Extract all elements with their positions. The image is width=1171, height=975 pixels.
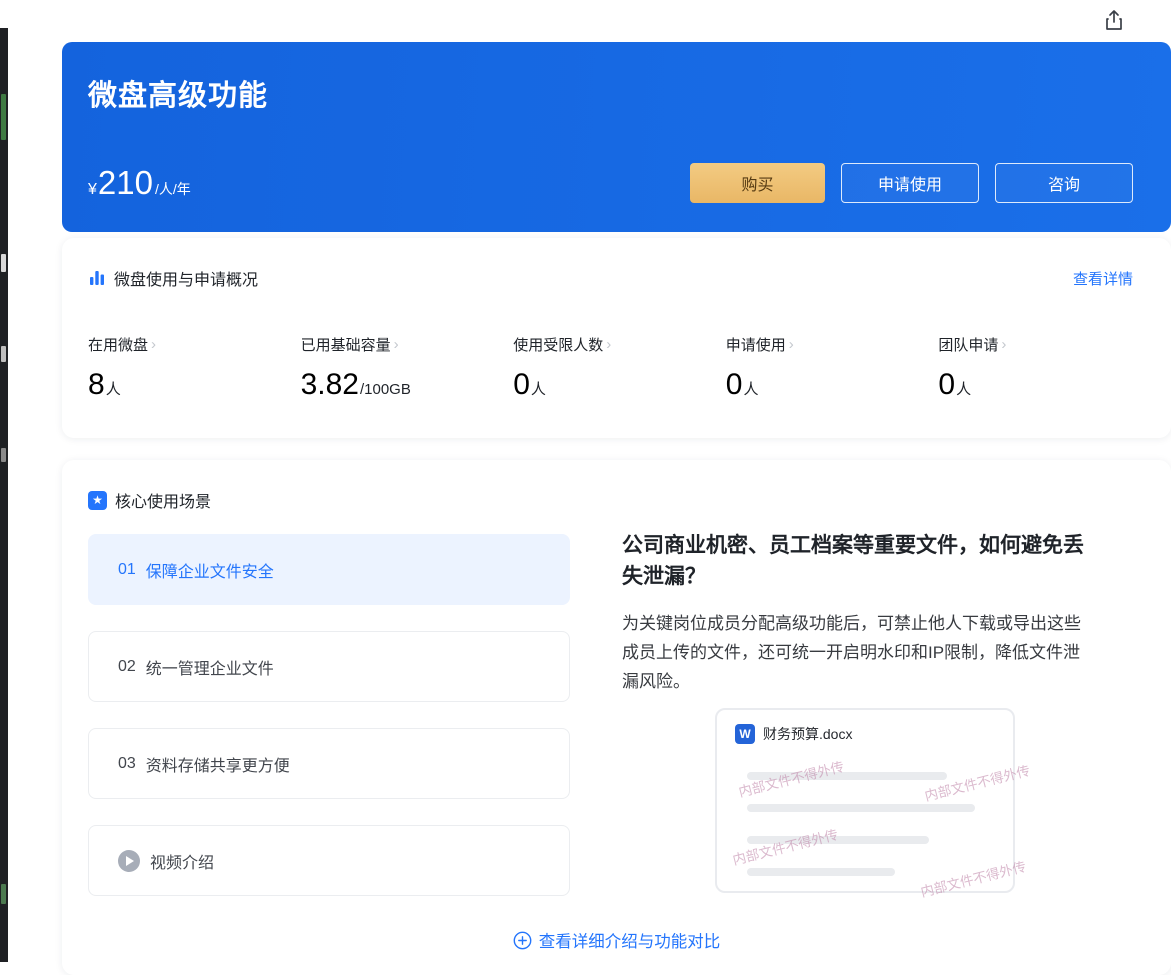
star-badge-icon: ★	[88, 490, 107, 510]
scenario-item-file-security[interactable]: 01 保障企业文件安全	[88, 534, 570, 605]
stat-unit: 人	[956, 381, 972, 398]
banner: 微盘高级功能 ¥ 210 /人/年 购买 申请使用 咨询	[62, 42, 1171, 232]
stat-label: 已用基础容量	[300, 337, 391, 354]
stat-value: 0	[725, 368, 743, 401]
scenario-detail: 公司商业机密、员工档案等重要文件，如何避免丢失泄漏？ 为关键岗位成员分配高级功能…	[622, 530, 1112, 900]
scenario-index: 03	[118, 754, 136, 772]
scenario-item-storage-sharing[interactable]: 03 资料存储共享更方便	[88, 728, 570, 799]
document-name: 财务预算.docx	[763, 726, 853, 742]
window-fragment	[1, 884, 6, 904]
view-details-link[interactable]: 查看详情	[1073, 268, 1133, 289]
scenario-index: 01	[118, 560, 136, 578]
scenario-label: 资料存储共享更方便	[145, 757, 290, 775]
document-preview-illustration: W 财务预算.docx 内部文件不得外传 内部文件不得外传 内部文件不得外传 内…	[715, 708, 1032, 900]
core-scenarios-card: ★ 核心使用场景 01 保障企业文件安全 02 统一管理企业文件 03 资料存储…	[62, 460, 1171, 975]
chevron-right-icon: ›	[151, 336, 157, 353]
share-icon	[1106, 9, 1122, 30]
scenario-list: 01 保障企业文件安全 02 统一管理企业文件 03 资料存储共享更方便 视频介…	[88, 534, 570, 922]
stat-used-capacity[interactable]: 已用基础容量 › 3.82/100GB	[301, 334, 514, 402]
word-file-icon: W	[735, 724, 755, 744]
stat-label: 团队申请	[938, 337, 999, 354]
wedrive-premium-page: 微盘高级功能 ¥ 210 /人/年 购买 申请使用 咨询 微盘使用与申请概况 查…	[0, 0, 1171, 975]
video-intro-label: 视频介绍	[150, 854, 215, 872]
price-unit: /人/年	[154, 181, 191, 197]
document-header: W 财务预算.docx	[717, 710, 1013, 744]
window-fragment	[1, 346, 6, 362]
scenario-index: 02	[118, 657, 136, 675]
window-fragment	[1, 94, 6, 140]
scenario-item-unified-management[interactable]: 02 统一管理企业文件	[88, 631, 570, 702]
scenarios-title: 核心使用场景	[115, 494, 212, 511]
apply-button[interactable]: 申请使用	[841, 163, 979, 203]
stat-label: 申请使用	[725, 337, 786, 354]
price-currency: ¥	[88, 181, 97, 198]
stats-row: 在用微盘 › 8人 已用基础容量 › 3.82/100GB 使用受限人数 › 0人 申…	[88, 334, 1151, 402]
stat-unit: 人	[105, 381, 121, 398]
bar-chart-icon	[88, 269, 106, 287]
document-card: W 财务预算.docx	[715, 708, 1015, 893]
video-intro-item[interactable]: 视频介绍	[88, 825, 570, 896]
stat-unit: 人	[743, 381, 759, 398]
stat-value: 3.82	[300, 368, 359, 401]
compare-link-label: 查看详细介绍与功能对比	[538, 933, 721, 951]
background-window-edge	[0, 28, 8, 962]
scenario-label: 保障企业文件安全	[145, 563, 274, 581]
scenario-heading: 公司商业机密、员工档案等重要文件，如何避免丢失泄漏？	[622, 534, 1084, 588]
stat-value: 8	[88, 368, 105, 401]
chevron-right-icon: ›	[788, 336, 794, 353]
compare-link[interactable]: 查看详细介绍与功能对比	[513, 928, 721, 952]
stat-value: 0	[513, 368, 530, 401]
stat-restricted-users[interactable]: 使用受限人数 › 0人	[513, 334, 726, 402]
play-icon	[118, 849, 140, 872]
document-text-line	[747, 804, 975, 812]
stat-team-apply[interactable]: 团队申请 › 0人	[938, 334, 1151, 402]
overview-title: 微盘使用与申请概况	[114, 272, 259, 289]
share-button[interactable]	[1099, 6, 1129, 36]
scenario-label: 统一管理企业文件	[145, 660, 274, 678]
scenarios-header: ★ 核心使用场景	[62, 460, 1171, 512]
scenario-body: 为关键岗位成员分配高级功能后，可禁止他人下载或导出这些成员上传的文件，还可统一开…	[622, 614, 1081, 691]
buy-button[interactable]: 购买	[690, 163, 825, 203]
stat-apply-usage[interactable]: 申请使用 › 0人	[726, 334, 939, 402]
page-title: 微盘高级功能	[88, 80, 269, 112]
window-fragment	[1, 448, 6, 462]
price-value: 210	[97, 164, 153, 201]
document-text-line	[747, 772, 947, 780]
stat-unit: 人	[530, 381, 546, 398]
banner-actions: 购买 申请使用 咨询	[690, 163, 1133, 203]
stat-active-drive[interactable]: 在用微盘 › 8人	[88, 334, 301, 402]
price: ¥ 210 /人/年	[88, 164, 191, 202]
chevron-right-icon: ›	[1001, 336, 1007, 353]
overview-header: 微盘使用与申请概况 查看详情	[62, 238, 1171, 290]
window-fragment	[1, 254, 6, 272]
chevron-right-icon: ›	[393, 336, 399, 353]
plus-circle-icon	[513, 931, 532, 949]
usage-overview-card: 微盘使用与申请概况 查看详情 在用微盘 › 8人 已用基础容量 › 3.82/100…	[62, 238, 1171, 438]
document-text-line	[747, 836, 929, 844]
stat-unit: /100GB	[359, 381, 411, 398]
compare-row: 查看详细介绍与功能对比	[62, 928, 1171, 952]
stat-label: 使用受限人数	[513, 337, 604, 354]
stat-value: 0	[938, 368, 956, 401]
document-text-line	[747, 868, 895, 876]
chevron-right-icon: ›	[606, 336, 612, 353]
consult-button[interactable]: 咨询	[995, 163, 1133, 203]
stat-label: 在用微盘	[88, 337, 149, 354]
